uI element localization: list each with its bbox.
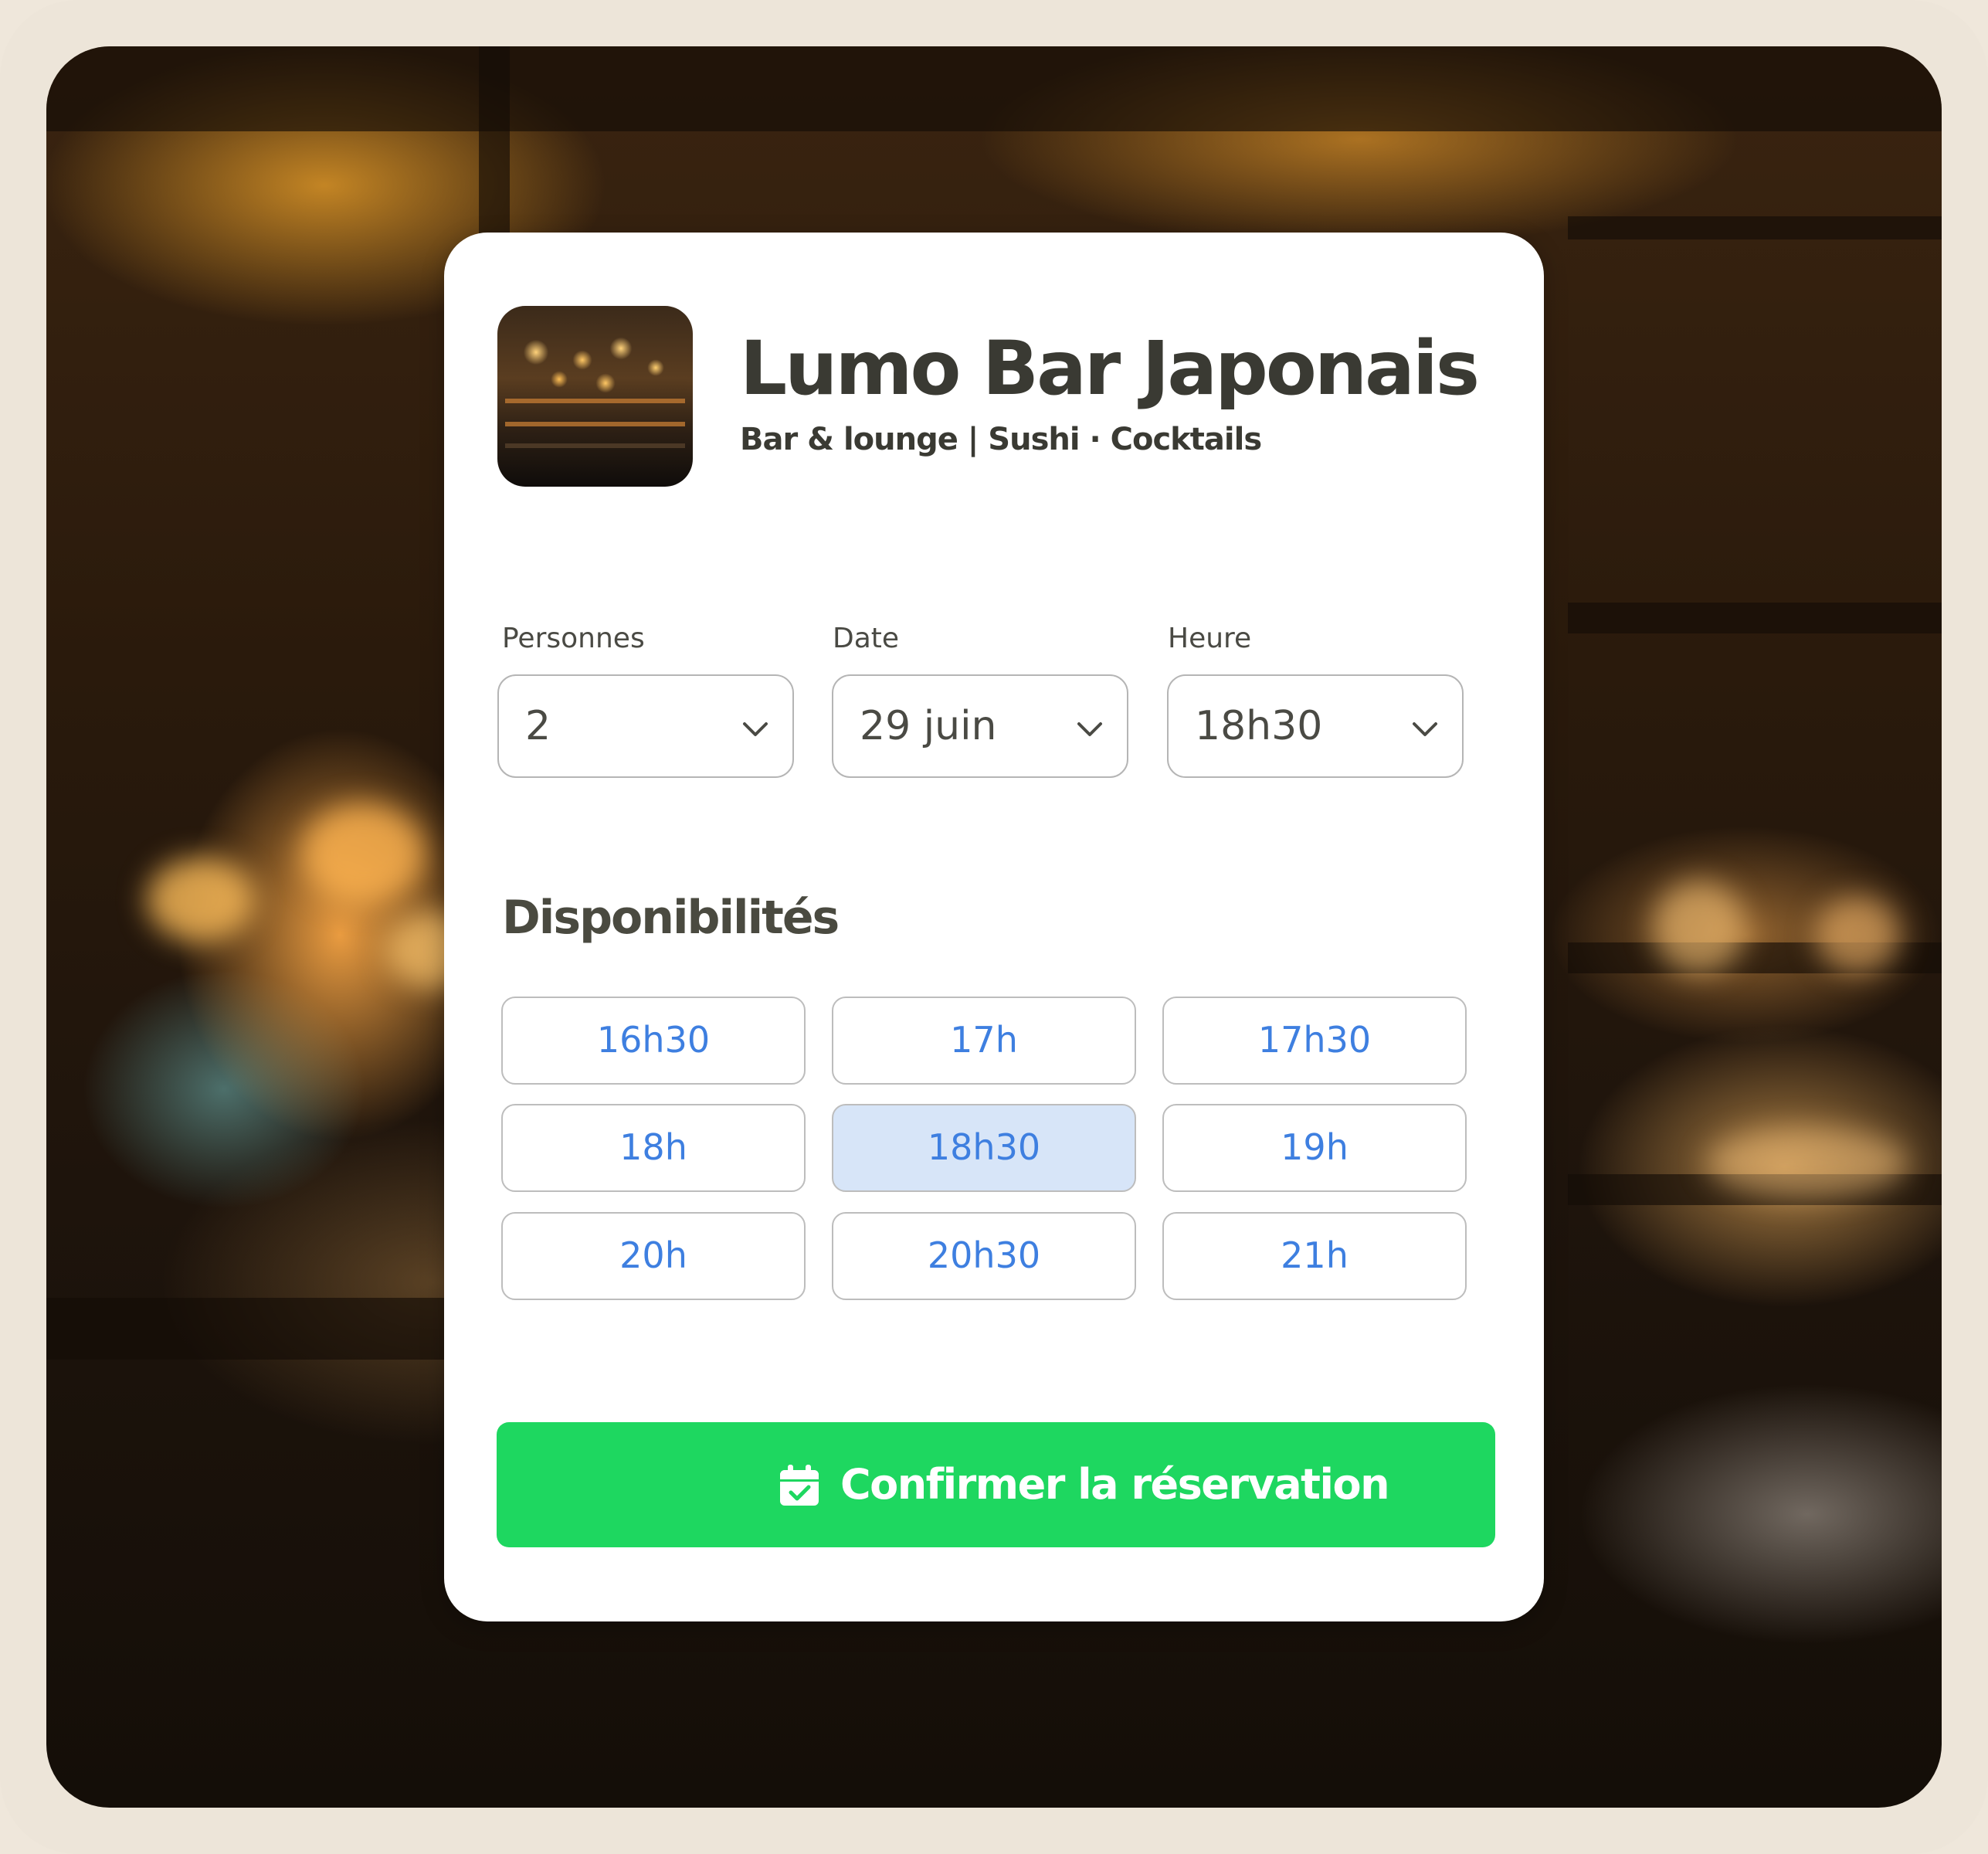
outer-frame: Lumo Bar Japonais Bar & lounge | Sushi ·… <box>0 0 1988 1854</box>
calendar-check-icon <box>780 1465 819 1506</box>
time-slot[interactable]: 20h <box>501 1212 806 1300</box>
availability-title: Disponibilités <box>502 891 840 945</box>
time-select[interactable]: 18h30 <box>1167 674 1464 778</box>
venue-name: Lumo Bar Japonais <box>740 325 1480 412</box>
confirm-button-label: Confirmer la réservation <box>840 1460 1390 1509</box>
persons-value: 2 <box>525 703 551 749</box>
time-slot[interactable]: 17h30 <box>1162 997 1467 1085</box>
date-label: Date <box>833 623 900 654</box>
chevron-down-icon <box>1077 722 1102 736</box>
time-slot[interactable]: 18h <box>501 1104 806 1192</box>
persons-label: Personnes <box>502 623 645 654</box>
time-slot-selected[interactable]: 18h30 <box>832 1104 1136 1192</box>
time-slot[interactable]: 21h <box>1162 1212 1467 1300</box>
date-value: 29 juin <box>860 703 997 749</box>
confirm-reservation-button[interactable]: Confirmer la réservation <box>497 1422 1495 1547</box>
time-slot[interactable]: 19h <box>1162 1104 1467 1192</box>
persons-select[interactable]: 2 <box>497 674 794 778</box>
time-slot[interactable]: 16h30 <box>501 997 806 1085</box>
chevron-down-icon <box>743 722 768 736</box>
venue-thumbnail <box>497 306 693 487</box>
chevron-down-icon <box>1413 722 1437 736</box>
time-label: Heure <box>1168 623 1252 654</box>
time-slot[interactable]: 17h <box>832 997 1136 1085</box>
reservation-card: Lumo Bar Japonais Bar & lounge | Sushi ·… <box>444 233 1544 1621</box>
venue-tagline: Bar & lounge | Sushi · Cocktails <box>740 422 1262 457</box>
time-slot[interactable]: 20h30 <box>832 1212 1136 1300</box>
date-select[interactable]: 29 juin <box>832 674 1128 778</box>
time-value: 18h30 <box>1195 703 1323 749</box>
